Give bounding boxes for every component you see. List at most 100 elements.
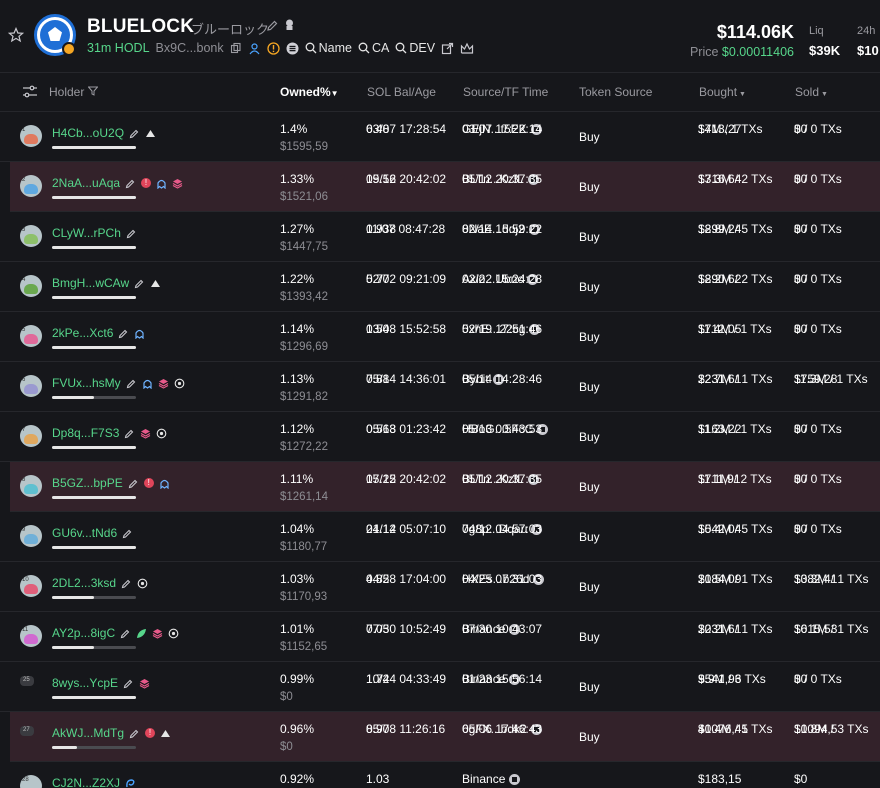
table-row[interactable]: 6 FVUx...hsMy 1.13% $1291,82 7.88 05/14 …	[0, 362, 880, 412]
bought-amount-txs: 20.2M / 1 TXs	[698, 622, 773, 636]
holder-avatar[interactable]: 7	[20, 425, 42, 447]
holder-address-text[interactable]: CLyW...rPCh	[52, 226, 121, 240]
table-row[interactable]: 2 2NaA...uAqa! 1.33% $1521,06 19.56 05/1…	[10, 162, 880, 212]
edit-icon[interactable]	[120, 628, 131, 639]
table-row[interactable]: 10 2DL2...3ksd 1.03% $1170,93 4.85 04/28…	[0, 562, 880, 612]
table-row[interactable]: 25 8wys...YcpE 0.99% $0 1.74 10/24 04:33…	[0, 662, 880, 712]
sort-icon: ▼	[737, 91, 746, 98]
edit-icon[interactable]	[134, 278, 145, 289]
table-row[interactable]: 5 2kPe...Xct6 1.14% $1296,69 1.54 03/08 …	[0, 312, 880, 362]
column-token-source[interactable]: Token Source	[579, 85, 652, 99]
holder-address[interactable]: AY2p...8igC	[52, 626, 179, 640]
edit-icon[interactable]	[122, 528, 133, 539]
edit-icon[interactable]	[125, 178, 136, 189]
column-owned-label: Owned%	[280, 85, 331, 99]
table-row[interactable]: 7 Dp8q...F7S3 1.12% $1272,22 0.568 05/13…	[0, 412, 880, 462]
holder-address-text[interactable]: 2DL2...3ksd	[52, 576, 116, 590]
holder-address[interactable]: BmgH...wCAw	[52, 276, 161, 290]
search-ca-link[interactable]: CA	[358, 41, 389, 55]
holder-address-text[interactable]: FVUx...hsMy	[52, 376, 121, 390]
holder-avatar[interactable]: 3	[20, 225, 42, 247]
holder-avatar[interactable]: 6	[20, 375, 42, 397]
holder-address-text[interactable]: H4Cb...oU2Q	[52, 126, 124, 140]
search-name-link[interactable]: Name	[305, 41, 352, 55]
edit-icon[interactable]	[124, 428, 135, 439]
holder-avatar[interactable]: 9	[20, 525, 42, 547]
contract-address[interactable]: Bx9C...bonk	[156, 41, 224, 55]
chef-hat-icon[interactable]	[283, 18, 296, 32]
edit-icon[interactable]	[121, 578, 132, 589]
star-icon[interactable]	[8, 27, 24, 43]
holder-address[interactable]: CLyW...rPCh	[52, 226, 137, 240]
edit-icon[interactable]	[129, 128, 140, 139]
table-row[interactable]: 11 AY2p...8igC 1.01% $1152,65 7.05 07/30…	[0, 612, 880, 662]
settings-sliders-icon[interactable]	[22, 85, 38, 99]
table-row[interactable]: 27 AkWJ...MdTg! 0.96% $0 8.97 05/08 11:2…	[10, 712, 880, 762]
table-row[interactable]: 9 GU6v...tNd6 1.04% $1180,77 21.14 04/12…	[0, 512, 880, 562]
edit-icon[interactable]	[129, 728, 140, 739]
holder-address-text[interactable]: BmgH...wCAw	[52, 276, 129, 290]
table-row[interactable]: 28 CJ2N...Z2XJ 0.92% 1.03 Binance $183,1…	[0, 762, 880, 788]
holder-address[interactable]: AkWJ...MdTg!	[52, 726, 171, 740]
edit-icon[interactable]	[126, 228, 137, 239]
owned-percent: 1.27%	[280, 222, 315, 236]
column-sol-bal[interactable]: SOL Bal/Age	[367, 85, 436, 99]
edit-icon[interactable]	[128, 478, 139, 489]
column-source-tf[interactable]: Source/TF Time	[463, 85, 548, 99]
warning-icon[interactable]	[266, 41, 280, 55]
column-sold[interactable]: Sold ▼	[795, 85, 828, 99]
table-row[interactable]: 1 H4Cb...oU2Q 1.4% $1595,59 6.48 03/07 1…	[0, 112, 880, 162]
holder-address[interactable]: 2DL2...3ksd	[52, 576, 148, 590]
crown-icon[interactable]	[460, 42, 474, 55]
holder-address-text[interactable]: CJ2N...Z2XJ	[52, 776, 120, 788]
holder-address-text[interactable]: GU6v...tNd6	[52, 526, 117, 540]
holder-address-text[interactable]: AY2p...8igC	[52, 626, 115, 640]
holder-avatar[interactable]: 27	[20, 726, 34, 736]
holder-avatar[interactable]: 25	[20, 676, 34, 686]
holder-address[interactable]: 2kPe...Xct6	[52, 326, 145, 340]
edit-icon[interactable]	[118, 328, 129, 339]
holder-avatar[interactable]: 11	[20, 625, 42, 647]
search-dev-link[interactable]: DEV	[395, 41, 435, 55]
holder-address[interactable]: H4Cb...oU2Q	[52, 126, 156, 140]
holder-icon[interactable]	[248, 42, 261, 55]
edit-icon[interactable]	[123, 678, 134, 689]
holder-address-text[interactable]: B5GZ...bpPE	[52, 476, 123, 490]
holder-address[interactable]: 2NaA...uAqa!	[52, 176, 183, 190]
holder-address[interactable]: B5GZ...bpPE!	[52, 476, 170, 490]
table-row[interactable]: 8 B5GZ...bpPE! 1.11% $1261,14 17.25 05/1…	[10, 462, 880, 512]
copy-icon[interactable]	[230, 42, 242, 54]
table-row[interactable]: 3 CLyW...rPCh 1.27% $1447,75 0.938 11/07…	[0, 212, 880, 262]
search-name-label: Name	[318, 41, 352, 55]
column-bought[interactable]: Bought ▼	[699, 85, 746, 99]
holder-address[interactable]: CJ2N...Z2XJ	[52, 776, 136, 788]
bought-amount-txs: 11.4M / 1 TXs	[698, 322, 772, 336]
column-holder[interactable]: Holder	[49, 85, 99, 99]
holder-avatar[interactable]: 10	[20, 575, 42, 597]
external-link-icon[interactable]	[441, 42, 454, 55]
filter-icon[interactable]	[87, 86, 99, 96]
holder-avatar[interactable]: 1	[20, 125, 42, 147]
holder-address-text[interactable]: 2kPe...Xct6	[52, 326, 113, 340]
column-owned[interactable]: Owned%▼	[280, 85, 339, 99]
holder-avatar[interactable]: 2	[20, 175, 42, 197]
holder-address-text[interactable]: Dp8q...F7S3	[52, 426, 119, 440]
holder-address-text[interactable]: 8wys...YcpE	[52, 676, 118, 690]
funding-time: 05/06 17:46:43	[462, 722, 543, 736]
holder-address[interactable]: 8wys...YcpE	[52, 676, 150, 690]
holder-address-text[interactable]: AkWJ...MdTg	[52, 726, 124, 740]
holder-avatar[interactable]: 8	[20, 475, 42, 497]
table-row[interactable]: 4 BmgH...wCAw 1.22% $1393,42 5.77 02/02 …	[0, 262, 880, 312]
holder-address[interactable]: Dp8q...F7S3	[52, 426, 167, 440]
funding-source-text[interactable]: Binance	[462, 772, 505, 786]
holder-avatar[interactable]: 28	[20, 775, 42, 788]
holder-address-text[interactable]: 2NaA...uAqa	[52, 176, 120, 190]
edit-icon[interactable]	[126, 378, 137, 389]
edit-icon[interactable]	[266, 19, 279, 32]
solana-icon[interactable]	[286, 42, 299, 55]
holder-avatar[interactable]: 4	[20, 275, 42, 297]
holder-address[interactable]: FVUx...hsMy	[52, 376, 185, 390]
holder-address[interactable]: GU6v...tNd6	[52, 526, 133, 540]
holder-avatar[interactable]: 5	[20, 325, 42, 347]
funding-source[interactable]: Binance	[462, 772, 521, 786]
